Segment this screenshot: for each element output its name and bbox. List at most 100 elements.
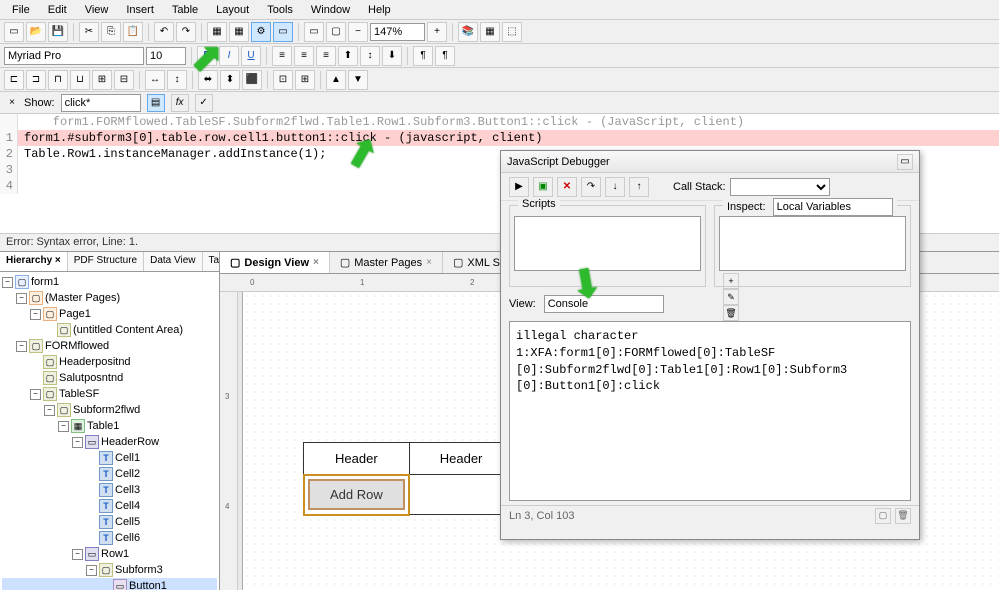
italic-icon[interactable]: I bbox=[219, 46, 239, 66]
node-table1[interactable]: Table1 bbox=[87, 420, 119, 432]
node-headerrow[interactable]: HeaderRow bbox=[101, 436, 159, 448]
show-select[interactable] bbox=[61, 94, 141, 112]
align-right-icon[interactable]: ≡ bbox=[316, 46, 336, 66]
node-cell2[interactable]: Cell2 bbox=[115, 468, 140, 480]
front-icon[interactable]: ▲ bbox=[326, 70, 346, 90]
menu-insert[interactable]: Insert bbox=[118, 2, 162, 18]
al4-icon[interactable]: ⊔ bbox=[70, 70, 90, 90]
al5-icon[interactable]: ⊞ bbox=[92, 70, 112, 90]
preview-icon[interactable]: ▭ bbox=[273, 22, 293, 42]
code-line-3[interactable] bbox=[18, 162, 24, 178]
resume-icon[interactable]: ▶ bbox=[509, 177, 529, 197]
events-icon[interactable]: ▤ bbox=[147, 94, 165, 112]
edit-watch-icon[interactable]: ✎ bbox=[723, 289, 739, 305]
sz3-icon[interactable]: ⬛ bbox=[242, 70, 262, 90]
open-icon[interactable]: 📂 bbox=[26, 22, 46, 42]
rtl-icon[interactable]: ¶ bbox=[435, 46, 455, 66]
bold-icon[interactable]: B bbox=[197, 46, 217, 66]
close-icon[interactable]: × bbox=[426, 257, 432, 268]
zoom-field[interactable] bbox=[370, 23, 425, 41]
node-cell3[interactable]: Cell3 bbox=[115, 484, 140, 496]
pal-icon[interactable]: ▦ bbox=[480, 22, 500, 42]
align-left-icon[interactable]: ≡ bbox=[272, 46, 292, 66]
al2-icon[interactable]: ⊐ bbox=[26, 70, 46, 90]
menu-table[interactable]: Table bbox=[164, 2, 206, 18]
script-icon[interactable]: ⚙ bbox=[251, 22, 271, 42]
al6-icon[interactable]: ⊟ bbox=[114, 70, 134, 90]
view-select[interactable] bbox=[544, 295, 664, 313]
node-salut[interactable]: Salutposntnd bbox=[59, 372, 123, 384]
inspect-listbox[interactable] bbox=[719, 216, 906, 271]
step-out-icon[interactable]: ↑ bbox=[629, 177, 649, 197]
tab-master-pages[interactable]: ▢Master Pages× bbox=[330, 252, 443, 273]
add-row-button[interactable]: Add Row bbox=[308, 479, 405, 510]
node-headerpos[interactable]: Headerpositnd bbox=[59, 356, 131, 368]
redo-icon[interactable]: ↷ bbox=[176, 22, 196, 42]
node-cell4[interactable]: Cell4 bbox=[115, 500, 140, 512]
tab-data-view[interactable]: Data View bbox=[144, 252, 202, 271]
menu-view[interactable]: View bbox=[77, 2, 117, 18]
trash-icon[interactable]: 🗑 bbox=[895, 508, 911, 524]
tab-tab-order[interactable]: Tab Order bbox=[203, 252, 219, 271]
node-content-area[interactable]: (untitled Content Area) bbox=[73, 324, 183, 336]
ungrp-icon[interactable]: ⊞ bbox=[295, 70, 315, 90]
node-row1[interactable]: Row1 bbox=[101, 548, 129, 560]
save-icon[interactable]: 💾 bbox=[48, 22, 68, 42]
js-debugger-window[interactable]: JavaScript Debugger ▭ ▶ ▣ ✕ ↷ ↓ ↑ Call S… bbox=[500, 150, 920, 540]
dist-h-icon[interactable]: ↔ bbox=[145, 70, 165, 90]
menu-tools[interactable]: Tools bbox=[259, 2, 301, 18]
callstack-select[interactable] bbox=[730, 178, 830, 196]
al3-icon[interactable]: ⊓ bbox=[48, 70, 68, 90]
inspect-select[interactable] bbox=[773, 198, 893, 216]
node-cell5[interactable]: Cell5 bbox=[115, 516, 140, 528]
step-in-icon[interactable]: ↓ bbox=[605, 177, 625, 197]
status-icon-1[interactable]: ▢ bbox=[875, 508, 891, 524]
node-button1[interactable]: Button1 bbox=[129, 580, 167, 590]
paste-icon[interactable]: 📋 bbox=[123, 22, 143, 42]
node-formflowed[interactable]: FORMflowed bbox=[45, 340, 109, 352]
debugger-console[interactable]: illegal character 1:XFA:form1[0]:FORMflo… bbox=[509, 321, 911, 501]
align-center-icon[interactable]: ≡ bbox=[294, 46, 314, 66]
fx-icon[interactable]: fx bbox=[171, 94, 189, 112]
node-master-pages[interactable]: (Master Pages) bbox=[45, 292, 120, 304]
debugger-titlebar[interactable]: JavaScript Debugger ▭ bbox=[501, 151, 919, 173]
close-script-icon[interactable]: × bbox=[6, 97, 18, 109]
node-tablesf[interactable]: TableSF bbox=[59, 388, 99, 400]
stop-icon[interactable]: ▣ bbox=[533, 177, 553, 197]
del-watch-icon[interactable]: 🗑 bbox=[723, 305, 739, 321]
preview-table[interactable]: Header Header Add Row bbox=[303, 442, 513, 515]
tab-hierarchy[interactable]: Hierarchy × bbox=[0, 252, 68, 271]
scripts-listbox[interactable] bbox=[514, 216, 701, 271]
table-icon[interactable]: ▦ bbox=[207, 22, 227, 42]
sz2-icon[interactable]: ⬍ bbox=[220, 70, 240, 90]
zoom-in-icon[interactable]: + bbox=[427, 22, 447, 42]
dist-v-icon[interactable]: ↕ bbox=[167, 70, 187, 90]
rect-icon[interactable]: ▭ bbox=[304, 22, 324, 42]
add-watch-icon[interactable]: + bbox=[723, 273, 739, 289]
add-row-cell[interactable]: Add Row bbox=[304, 475, 410, 515]
tab-pdf-structure[interactable]: PDF Structure bbox=[68, 252, 144, 271]
grid-icon[interactable]: ▦ bbox=[229, 22, 249, 42]
node-cell6[interactable]: Cell6 bbox=[115, 532, 140, 544]
code-line-4[interactable] bbox=[18, 178, 24, 194]
menu-file[interactable]: File bbox=[4, 2, 38, 18]
zoom-out-icon[interactable]: − bbox=[348, 22, 368, 42]
ltr-icon[interactable]: ¶ bbox=[413, 46, 433, 66]
new-icon[interactable]: ▭ bbox=[4, 22, 24, 42]
menu-window[interactable]: Window bbox=[303, 2, 358, 18]
align-mid-icon[interactable]: ↕ bbox=[360, 46, 380, 66]
cut-icon[interactable]: ✂ bbox=[79, 22, 99, 42]
align-bot-icon[interactable]: ⬇ bbox=[382, 46, 402, 66]
node-cell1[interactable]: Cell1 bbox=[115, 452, 140, 464]
debugger-close-icon[interactable]: ▭ bbox=[897, 154, 913, 170]
check-syntax-icon[interactable]: ✓ bbox=[195, 94, 213, 112]
close-icon[interactable]: × bbox=[313, 257, 319, 268]
node-page1[interactable]: Page1 bbox=[59, 308, 91, 320]
copy-icon[interactable]: ⎘ bbox=[101, 22, 121, 42]
header-cell-2[interactable]: Header bbox=[409, 443, 513, 475]
undo-icon[interactable]: ↶ bbox=[154, 22, 174, 42]
header-cell-1[interactable]: Header bbox=[304, 443, 410, 475]
menu-help[interactable]: Help bbox=[360, 2, 399, 18]
lib-icon[interactable]: 📚 bbox=[458, 22, 478, 42]
step-over-icon[interactable]: ↷ bbox=[581, 177, 601, 197]
